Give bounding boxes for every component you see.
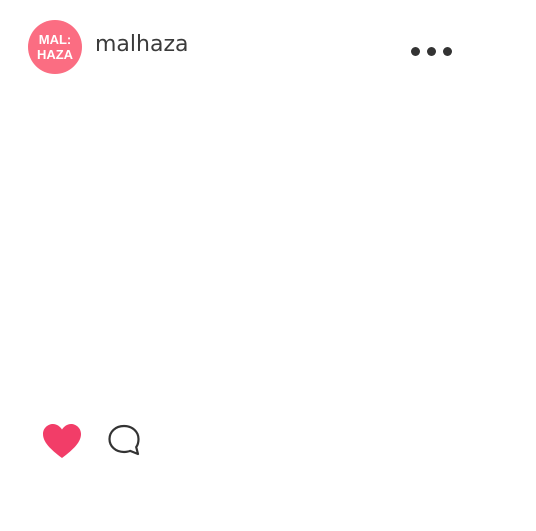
- username[interactable]: malhaza: [95, 30, 188, 60]
- action-bar: [0, 416, 536, 466]
- like-button[interactable]: [40, 420, 84, 462]
- avatar-text-line1: MAL:: [38, 32, 72, 47]
- heart-filled-icon: [43, 424, 81, 458]
- post-card: MAL: HAZA malhaza: [0, 0, 536, 531]
- avatar-text-line2: HAZA: [36, 47, 74, 62]
- speech-bubble-icon: [108, 424, 140, 456]
- post-header: MAL: HAZA malhaza: [0, 0, 536, 96]
- ellipsis-icon: [410, 46, 420, 56]
- ellipsis-icon: [426, 46, 436, 56]
- more-options-button[interactable]: [402, 36, 460, 66]
- post-media: [0, 96, 536, 408]
- avatar[interactable]: MAL: HAZA: [28, 20, 82, 74]
- ellipsis-icon: [442, 46, 452, 56]
- comment-button[interactable]: [104, 420, 144, 462]
